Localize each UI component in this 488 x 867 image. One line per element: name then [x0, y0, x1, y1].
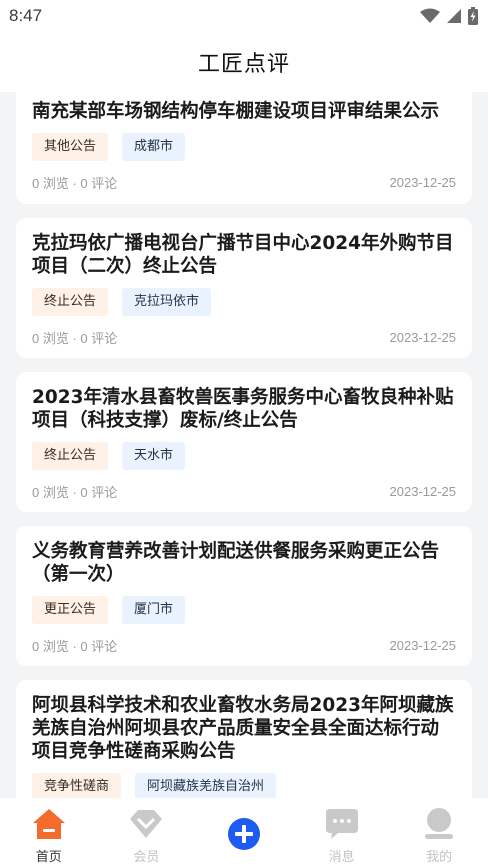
publish-date: 2023-12-25 [389, 175, 457, 190]
view-comment-count: 0 浏览 · 0 评论 [32, 176, 118, 191]
card-title: 2023年清水县畜牧兽医事务服务中心畜牧良种补贴项目（科技支撑）废标/终止公告 [32, 387, 454, 431]
view-comment-count: 0 浏览 · 0 评论 [32, 639, 118, 654]
nav-add[interactable] [204, 806, 284, 852]
app-screen: 8:47 工匠点评 南充某部车场钢结构停车棚建设项目评审结果公示 其他公告 成都… [0, 0, 488, 867]
category-tag: 其他公告 [32, 133, 109, 161]
add-icon [226, 816, 262, 852]
category-tag: 终止公告 [32, 288, 109, 316]
announcement-card[interactable]: 克拉玛依广播电视台广播节目中心2024年外购节目项目（二次）终止公告 终止公告 … [16, 218, 472, 358]
category-tag: 竞争性磋商 [32, 773, 122, 798]
card-title: 克拉玛依广播电视台广播节目中心2024年外购节目项目（二次）终止公告 [32, 233, 454, 277]
category-tag: 更正公告 [32, 596, 109, 624]
nav-member[interactable]: 会员 [106, 806, 186, 865]
card-tags: 更正公告 厦门市 [32, 596, 456, 624]
card-title: 阿坝县科学技术和农业畜牧水务局2023年阿坝藏族羌族自治州阿坝县农产品质量安全县… [32, 695, 454, 762]
nav-messages-label: 消息 [328, 850, 355, 865]
nav-mine[interactable]: 我的 [399, 806, 479, 865]
city-tag: 天水市 [122, 442, 186, 470]
card-tags: 终止公告 天水市 [32, 442, 456, 470]
nav-member-label: 会员 [133, 850, 160, 865]
home-icon [31, 806, 67, 842]
announcement-card[interactable]: 南充某部车场钢结构停车棚建设项目评审结果公示 其他公告 成都市 0 浏览 · 0… [16, 92, 472, 204]
wifi-icon [420, 8, 440, 23]
category-tag: 终止公告 [32, 442, 109, 470]
status-icons [420, 7, 478, 25]
nav-mine-label: 我的 [426, 850, 453, 865]
card-meta: 0 浏览 · 0 评论 2023-12-25 [32, 328, 456, 347]
announcement-list[interactable]: 南充某部车场钢结构停车棚建设项目评审结果公示 其他公告 成都市 0 浏览 · 0… [0, 92, 488, 798]
city-tag: 克拉玛依市 [122, 288, 212, 316]
nav-home[interactable]: 首页 [9, 806, 89, 865]
nav-messages[interactable]: 消息 [302, 806, 382, 865]
card-meta: 0 浏览 · 0 评论 2023-12-25 [32, 482, 456, 501]
publish-date: 2023-12-25 [389, 330, 457, 345]
view-comment-count: 0 浏览 · 0 评论 [32, 331, 118, 346]
announcement-card[interactable]: 阿坝县科学技术和农业畜牧水务局2023年阿坝藏族羌族自治州阿坝县农产品质量安全县… [16, 680, 472, 798]
app-header: 工匠点评 [0, 32, 488, 92]
card-tags: 竞争性磋商 阿坝藏族羌族自治州 [32, 773, 456, 798]
page-title: 工匠点评 [197, 52, 290, 77]
battery-icon [468, 7, 478, 25]
publish-date: 2023-12-25 [389, 484, 457, 499]
chat-bubble-icon [324, 806, 360, 842]
card-title: 南充某部车场钢结构停车棚建设项目评审结果公示 [32, 101, 440, 122]
diamond-icon [128, 806, 164, 842]
publish-date: 2023-12-25 [389, 638, 457, 653]
card-title: 义务教育营养改善计划配送供餐服务采购更正公告（第一次） [32, 541, 440, 585]
bottom-nav: 首页 会员 消息 我的 [0, 798, 488, 867]
user-icon [421, 806, 457, 842]
city-tag: 成都市 [122, 133, 186, 161]
status-bar: 8:47 [0, 0, 488, 32]
status-time: 8:47 [9, 6, 43, 25]
signal-icon [447, 9, 461, 23]
card-meta: 0 浏览 · 0 评论 2023-12-25 [32, 173, 456, 192]
card-meta: 0 浏览 · 0 评论 2023-12-25 [32, 636, 456, 655]
announcement-card[interactable]: 2023年清水县畜牧兽医事务服务中心畜牧良种补贴项目（科技支撑）废标/终止公告 … [16, 372, 472, 512]
announcement-card[interactable]: 义务教育营养改善计划配送供餐服务采购更正公告（第一次） 更正公告 厦门市 0 浏… [16, 526, 472, 666]
city-tag: 阿坝藏族羌族自治州 [135, 773, 277, 798]
nav-home-label: 首页 [35, 850, 62, 865]
city-tag: 厦门市 [122, 596, 186, 624]
card-tags: 终止公告 克拉玛依市 [32, 288, 456, 316]
card-tags: 其他公告 成都市 [32, 133, 456, 161]
view-comment-count: 0 浏览 · 0 评论 [32, 485, 118, 500]
